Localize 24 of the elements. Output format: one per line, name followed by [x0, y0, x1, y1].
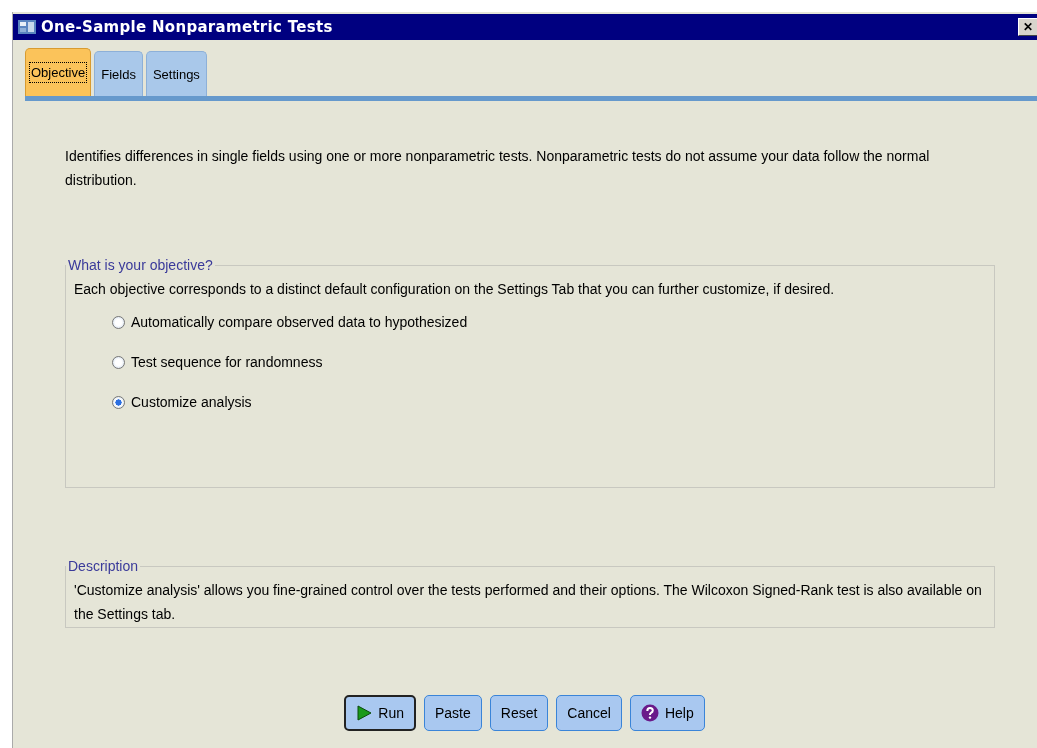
- close-button[interactable]: ✕: [1018, 18, 1037, 36]
- dialog-button[interactable]: Paste: [423, 695, 482, 731]
- app-icon: [17, 18, 37, 36]
- radio-option[interactable]: Test sequence for randomness: [112, 351, 323, 373]
- help-button[interactable]: Help: [629, 695, 705, 731]
- intro-text: Identifies differences in single fields using one or more nonparametric tests. Nonparametric tests do not assume your data follow the normal distribution.: [65, 147, 931, 190]
- group-legend: Description: [66, 558, 141, 574]
- window-title: One-Sample Nonparametric Tests: [41, 18, 333, 36]
- radio-button[interactable]: [112, 355, 125, 369]
- tab[interactable]: Fields: [94, 51, 143, 96]
- tab[interactable]: Settings: [145, 51, 207, 96]
- play-icon: [356, 705, 373, 721]
- help-icon: [640, 704, 659, 722]
- run-button[interactable]: Run: [344, 695, 416, 731]
- radio-button[interactable]: [112, 315, 125, 329]
- radio-button[interactable]: [112, 395, 125, 409]
- description-text: 'Customize analysis' allows you fine-grained control over the tests performed and their options. The Wilcoxon Signed-Rank test is also available on the Settings tab.: [74, 581, 983, 624]
- dialog-button[interactable]: Cancel: [556, 695, 622, 731]
- group-legend: What is your objective?: [66, 257, 215, 273]
- group-description: Each objective corresponds to a distinct default configuration on the Settings Tab that you can further customize, if desired.: [74, 280, 836, 299]
- tab[interactable]: Objective: [25, 48, 92, 96]
- radio-option[interactable]: Automatically compare observed data to hypothesized: [112, 311, 468, 333]
- radio-option[interactable]: Customize analysis: [112, 391, 252, 413]
- dialog-button[interactable]: Reset: [489, 695, 549, 731]
